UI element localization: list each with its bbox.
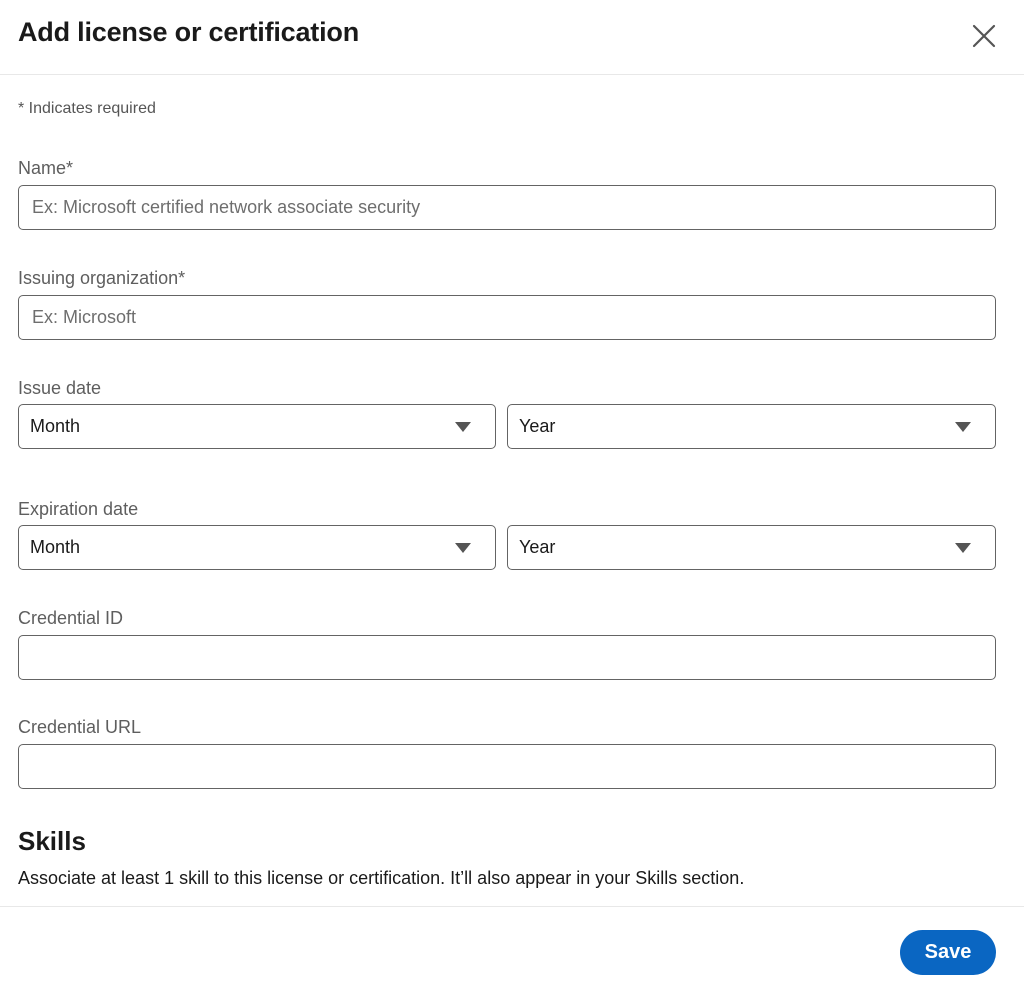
caret-down-icon	[455, 422, 471, 432]
issue-date-label: Issue date	[18, 378, 102, 398]
close-icon	[972, 24, 996, 48]
close-button[interactable]	[964, 16, 1004, 56]
credential-id-input[interactable]	[18, 635, 996, 680]
expiration-year-select[interactable]: Year	[507, 525, 996, 570]
credential-id-label: Credential ID	[18, 608, 124, 628]
expiration-month-select[interactable]: Month	[18, 525, 496, 570]
credential-url-input[interactable]	[18, 744, 996, 789]
expiration-date-label: Expiration date	[18, 499, 139, 519]
issuing-organization-label: Issuing organization*	[18, 268, 186, 288]
dialog-title: Add license or certification	[18, 17, 359, 47]
caret-down-icon	[955, 422, 971, 432]
caret-down-icon	[455, 543, 471, 553]
issue-month-value: Month	[30, 416, 81, 436]
dialog-header: Add license or certification	[0, 0, 1024, 75]
issue-year-value: Year	[519, 416, 556, 436]
required-note: * Indicates required	[18, 100, 156, 117]
save-button[interactable]: Save	[900, 930, 996, 975]
caret-down-icon	[955, 543, 971, 553]
issuing-organization-input[interactable]	[18, 295, 996, 340]
skills-heading: Skills	[18, 826, 86, 856]
skills-description: Associate at least 1 skill to this licen…	[18, 868, 745, 888]
credential-url-label: Credential URL	[18, 717, 142, 737]
issue-month-select[interactable]: Month	[18, 404, 496, 449]
name-label: Name*	[18, 158, 74, 178]
expiration-month-value: Month	[30, 537, 81, 557]
name-input[interactable]	[18, 185, 996, 230]
expiration-year-value: Year	[519, 537, 556, 557]
issue-year-select[interactable]: Year	[507, 404, 996, 449]
dialog-footer	[0, 906, 1024, 986]
